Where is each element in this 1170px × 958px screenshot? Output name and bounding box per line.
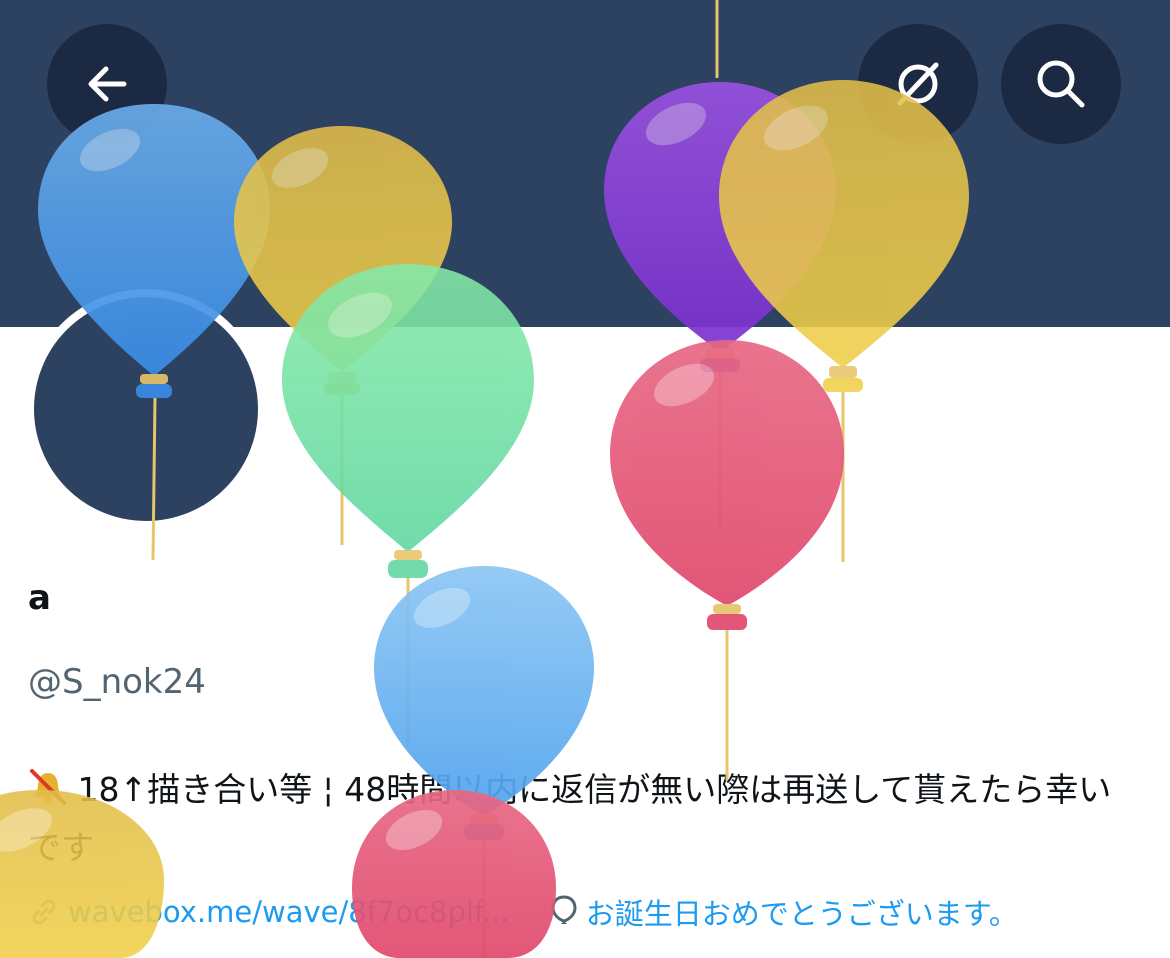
search-icon <box>1037 60 1085 108</box>
mute-button[interactable] <box>858 24 978 144</box>
bio: 18↑描き合い等 ¦ 48時間以内に返信が無い際は再送して貰えたら幸いです <box>28 762 1138 876</box>
bio-text: 18↑描き合い等 ¦ 48時間以内に返信が無い際は再送して貰えたら幸いです <box>28 770 1112 867</box>
birthday-info[interactable]: お誕生日おめでとうございます。 <box>550 891 1018 933</box>
back-button[interactable] <box>47 24 167 144</box>
avatar[interactable] <box>26 289 266 529</box>
muted-bell-icon <box>28 769 78 809</box>
arrow-left-icon <box>88 66 127 102</box>
profile-link-text[interactable]: wavebox.me/wave/8f7oc8plf... <box>68 895 510 929</box>
handle: @S_nok24 <box>28 662 206 702</box>
balloon-pink <box>610 340 844 630</box>
balloon-icon <box>550 894 578 930</box>
birthday-text[interactable]: お誕生日おめでとうございます。 <box>586 891 1018 933</box>
display-name: a <box>28 578 51 618</box>
link-icon <box>28 896 60 928</box>
ghost-icon <box>897 62 939 106</box>
profile-meta: wavebox.me/wave/8f7oc8plf... お誕生日おめでとうござ… <box>28 888 1018 936</box>
profile-banner <box>0 0 1170 327</box>
search-button[interactable] <box>1001 24 1121 144</box>
profile-link[interactable]: wavebox.me/wave/8f7oc8plf... <box>28 895 510 929</box>
